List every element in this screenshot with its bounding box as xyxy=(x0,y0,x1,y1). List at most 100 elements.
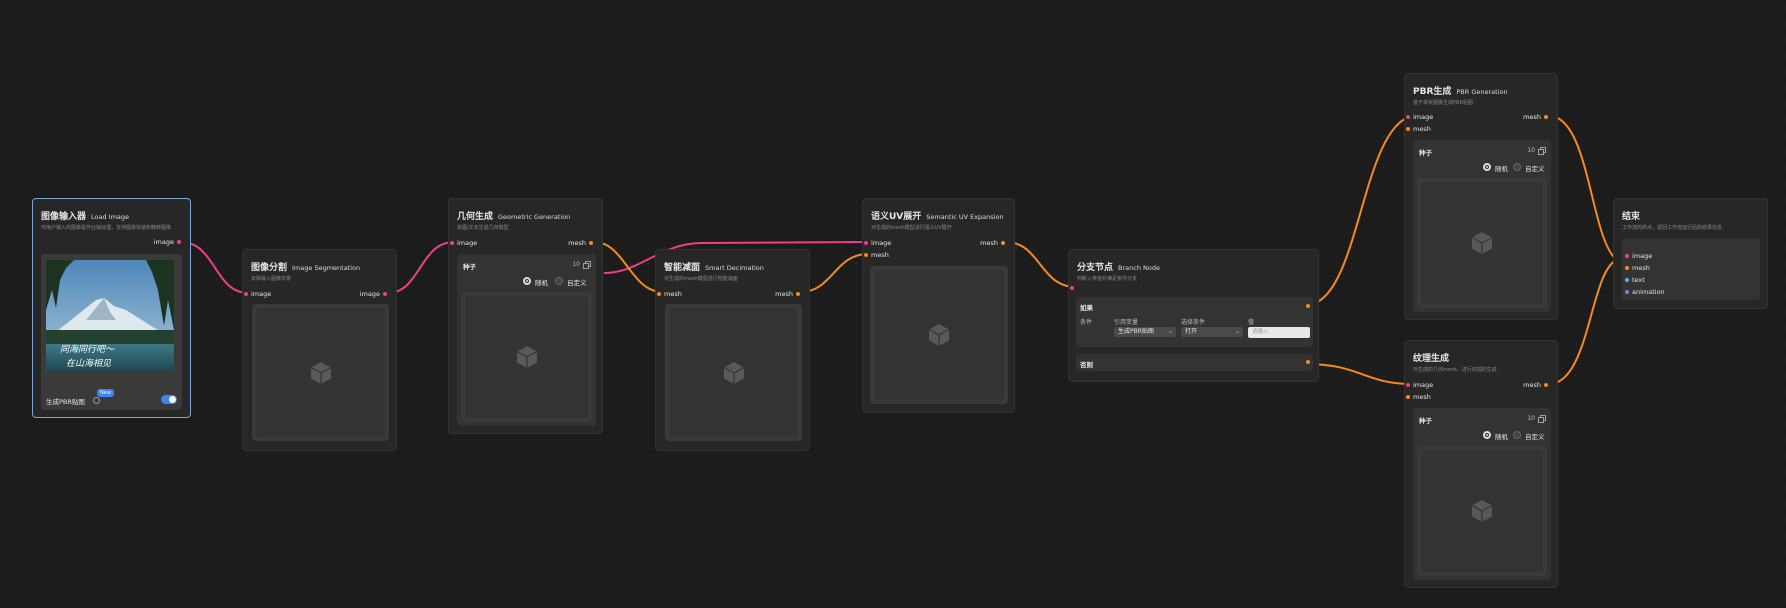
edge-branch-else-to-texture[interactable] xyxy=(1305,363,1413,385)
uploaded-image[interactable]: 同海同行吧～ 在山海相见 xyxy=(46,260,174,371)
port-dot[interactable] xyxy=(1406,115,1410,119)
custom-label: 自定义 xyxy=(1525,433,1545,441)
end-input-animation[interactable]: animation xyxy=(1625,288,1665,296)
end-input-mesh[interactable]: mesh xyxy=(1625,264,1650,272)
port-dot[interactable] xyxy=(1001,241,1005,245)
port-dot[interactable] xyxy=(1406,395,1410,399)
input-port-mesh[interactable]: mesh xyxy=(1406,393,1431,401)
value-label: 值 xyxy=(1248,319,1255,326)
custom-radio[interactable] xyxy=(1513,431,1521,439)
input-port[interactable] xyxy=(1070,284,1077,292)
random-radio[interactable] xyxy=(523,277,531,285)
port-dot[interactable] xyxy=(450,241,454,245)
output-port-mesh[interactable]: mesh xyxy=(980,239,1008,247)
port-dot[interactable] xyxy=(1406,383,1410,387)
edge-decimation-to-uv[interactable] xyxy=(800,253,869,293)
node-title: 纹理生成 xyxy=(1413,354,1450,364)
random-label: 随机 xyxy=(1495,165,1508,173)
info-icon[interactable] xyxy=(93,397,100,404)
port-dot[interactable] xyxy=(244,292,248,296)
input-port-image[interactable]: image xyxy=(450,239,477,247)
output-port-image[interactable]: image xyxy=(360,290,390,298)
model-preview xyxy=(1417,178,1547,308)
edge-pbr-to-end[interactable] xyxy=(1548,115,1618,261)
random-radio[interactable] xyxy=(1483,431,1491,439)
edge-texture-to-end[interactable] xyxy=(1548,259,1618,385)
input-port-mesh[interactable]: mesh xyxy=(864,251,889,259)
node-branch[interactable]: 分支节点 Branch Node 判断入参值并满足条件分支 如果 条件 引用变量 … xyxy=(1068,249,1319,382)
port-dot[interactable] xyxy=(1070,286,1074,290)
node-geometric-generation[interactable]: 几何生成 Geometric Generation 单图/文本生成几何模型 ima… xyxy=(448,198,603,434)
else-output-port[interactable] xyxy=(1306,360,1310,364)
port-dot[interactable] xyxy=(1544,115,1548,119)
seed-label: 种子 xyxy=(1419,417,1432,425)
copy-icon[interactable] xyxy=(583,261,591,269)
if-branch-section: 如果 条件 引用变量 生成PBR贴图 ⌄ 选择条件 打开 ⌄ 值 请输入 xyxy=(1076,297,1313,347)
value-input[interactable]: 请输入 xyxy=(1248,327,1310,338)
node-description: 对生成的几何mesh，进行纹理的生成 xyxy=(1413,367,1497,373)
port-dot[interactable] xyxy=(1625,278,1629,282)
node-load-image[interactable]: 图像输入器 Load Image 可用户输入的图像是作业输处理，支持图像快速和精转… xyxy=(32,198,191,418)
port-dot[interactable] xyxy=(1544,383,1548,387)
output-port-mesh[interactable]: mesh xyxy=(1523,381,1551,389)
chevron-down-icon: ⌄ xyxy=(1167,328,1173,335)
cube-placeholder-icon xyxy=(310,361,331,384)
input-port-image[interactable]: image xyxy=(244,290,271,298)
seed-value[interactable]: 10 xyxy=(572,261,580,268)
seed-value[interactable]: 10 xyxy=(1527,415,1535,422)
node-pbr-generation[interactable]: PBR生成 PBR Generation 基于单张图像生成PBR贴图 image … xyxy=(1404,73,1558,320)
input-port-mesh[interactable]: mesh xyxy=(1406,125,1431,133)
edge-geometric-to-decimation[interactable] xyxy=(593,241,664,293)
port-dot[interactable] xyxy=(1625,290,1629,294)
custom-radio[interactable] xyxy=(555,277,563,285)
custom-radio[interactable] xyxy=(1513,163,1521,171)
port-dot[interactable] xyxy=(1625,266,1629,270)
port-dot[interactable] xyxy=(177,240,181,244)
output-port-mesh[interactable]: mesh xyxy=(775,290,803,298)
node-smart-decimation[interactable]: 智能减面 Smart Decimation 对生成的mesh模型进行智能减面 me… xyxy=(655,249,810,451)
if-output-port[interactable] xyxy=(1306,304,1310,308)
ref-var-select[interactable]: 生成PBR贴图 ⌄ xyxy=(1114,327,1176,337)
port-dot[interactable] xyxy=(1625,254,1629,258)
select-cond-label: 选择条件 xyxy=(1181,319,1206,326)
random-label: 随机 xyxy=(1495,433,1508,441)
node-description: 工作流的终点，返回工作流运行后的结果信息 xyxy=(1622,225,1723,231)
custom-label: 自定义 xyxy=(567,279,587,287)
seed-section: 种子 10 随机 自定义 xyxy=(457,254,596,426)
port-dot[interactable] xyxy=(657,292,661,296)
output-port-image[interactable]: image xyxy=(154,238,184,246)
node-title: 结束 xyxy=(1622,212,1641,222)
input-port-image[interactable]: image xyxy=(864,239,891,247)
input-port-mesh[interactable]: mesh xyxy=(657,290,682,298)
input-port-image[interactable]: image xyxy=(1406,113,1433,121)
output-port-mesh[interactable]: mesh xyxy=(1523,113,1551,121)
port-dot[interactable] xyxy=(864,241,868,245)
edge-branch-if-to-pbr[interactable] xyxy=(1305,115,1413,306)
port-dot[interactable] xyxy=(383,292,387,296)
end-input-image[interactable]: image xyxy=(1625,252,1652,260)
output-port-mesh[interactable]: mesh xyxy=(568,239,596,247)
node-end[interactable]: 结束 工作流的终点，返回工作流运行后的结果信息 image mesh text … xyxy=(1613,198,1768,309)
edge-segmentation-to-geometric[interactable] xyxy=(387,241,455,294)
port-dot[interactable] xyxy=(589,241,593,245)
seed-value[interactable]: 10 xyxy=(1527,147,1535,154)
pbr-toggle-switch[interactable] xyxy=(161,395,177,404)
new-badge: New xyxy=(97,389,114,397)
model-preview xyxy=(665,304,802,441)
port-dot[interactable] xyxy=(796,292,800,296)
custom-label: 自定义 xyxy=(1525,165,1545,173)
input-port-image[interactable]: image xyxy=(1406,381,1433,389)
node-texture-generation[interactable]: 纹理生成 对生成的几何mesh，进行纹理的生成 image mesh mesh … xyxy=(1404,340,1558,588)
node-description: 对生成的mesh模型进行智能减面 xyxy=(664,276,738,282)
end-input-text[interactable]: text xyxy=(1625,276,1645,284)
random-radio[interactable] xyxy=(1483,163,1491,171)
copy-icon[interactable] xyxy=(1538,415,1546,423)
port-dot[interactable] xyxy=(1406,127,1410,131)
edge-load-to-segmentation[interactable] xyxy=(180,241,249,294)
copy-icon[interactable] xyxy=(1538,147,1546,155)
node-image-segmentation[interactable]: 图像分割 Image Segmentation 去除输入图像背景 image im… xyxy=(242,249,397,451)
edge-uv-to-branch[interactable] xyxy=(1005,241,1077,288)
condition-select[interactable]: 打开 ⌄ xyxy=(1181,327,1243,337)
port-dot[interactable] xyxy=(864,253,868,257)
node-semantic-uv-expansion[interactable]: 语义UV展开 Semantic UV Expansion 对生成的mesh模型进行… xyxy=(862,198,1015,413)
